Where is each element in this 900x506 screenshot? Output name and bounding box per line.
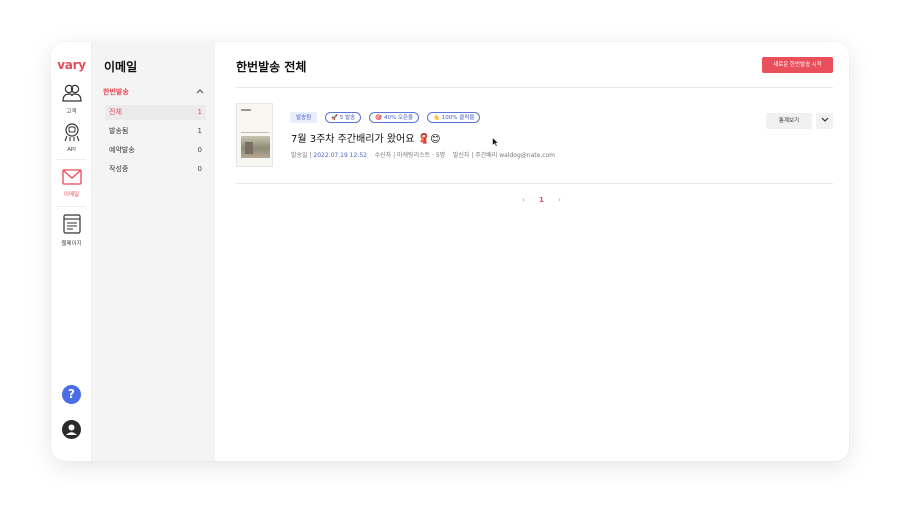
recipient-label: 수신자 (374, 152, 392, 159)
page-title: 한번발송 전체 (236, 60, 307, 74)
header-divider (236, 87, 833, 88)
rail-item-api[interactable]: API (51, 122, 92, 153)
prev-page-button[interactable]: ‹ (522, 196, 525, 204)
more-options-button[interactable] (816, 113, 833, 129)
email-title[interactable]: 7월 3주차 주간배리가 왔어요 🧣😊 (291, 130, 441, 145)
status-badge: 발송됨 (290, 112, 318, 123)
app-window: vary 고객 API 이메일 웹페이지 ? 이메일 한번발송 전체 1 발송됨… (51, 42, 849, 461)
rail-item-customers[interactable]: 고객 (51, 84, 92, 115)
thumbnail-image (241, 136, 270, 158)
icon-rail: vary 고객 API 이메일 웹페이지 ? (51, 42, 92, 461)
rail-item-webpage[interactable]: 웹페이지 (51, 214, 92, 247)
submenu-title: 이메일 (104, 60, 138, 74)
pagination: ‹ 1 › (516, 196, 567, 204)
current-page[interactable]: 1 (539, 196, 544, 204)
sender-value: 주간배리 waldog@nate.com (475, 152, 556, 159)
new-one-time-send-button[interactable]: 새로운 한번발송 시작 (762, 57, 833, 73)
submenu-item-drafts[interactable]: 작성중 0 (105, 162, 206, 177)
rail-label-api: API (67, 147, 76, 153)
submenu-item-count: 0 (197, 146, 202, 154)
submenu-item-label: 예약발송 (109, 146, 135, 154)
submenu-item-all[interactable]: 전체 1 (105, 105, 206, 120)
submenu-item-label: 발송됨 (109, 127, 129, 135)
vary-logo[interactable]: vary (51, 58, 92, 72)
submenu-item-label: 전체 (109, 108, 122, 116)
help-button[interactable]: ? (62, 385, 81, 404)
email-thumbnail[interactable] (236, 103, 273, 167)
next-page-button[interactable]: › (558, 196, 561, 204)
help-icon: ? (68, 387, 75, 401)
submenu-group-one-time[interactable]: 한번발송 (103, 87, 206, 97)
rail-label-webpage: 웹페이지 (61, 241, 82, 247)
api-icon (63, 123, 80, 142)
customers-icon (61, 84, 82, 102)
rail-label-email: 이메일 (63, 192, 80, 198)
email-icon (61, 169, 82, 185)
submenu-group-label: 한번발송 (103, 88, 129, 96)
chevron-up-icon (196, 89, 204, 94)
submenu-item-count: 1 (197, 127, 202, 135)
submenu-item-scheduled[interactable]: 예약발송 0 (105, 143, 206, 158)
sender-label: 발신자 (452, 152, 470, 159)
click-rate-badge: 👆 100% 클릭율 (427, 112, 481, 123)
mouse-cursor-icon (492, 137, 499, 147)
main-content: 한번발송 전체 새로운 한번발송 시작 발송됨 🚀 5 발송 🎯 40% 오픈율… (215, 42, 849, 461)
chevron-down-icon (821, 117, 828, 122)
recipient-value: 마케팅리스트 · 5명 (397, 152, 446, 159)
submenu-item-count: 0 (197, 165, 202, 173)
rail-item-email[interactable]: 이메일 (51, 169, 92, 198)
sent-date-label: 발송일 (291, 152, 308, 159)
user-avatar-icon (66, 424, 77, 435)
email-badges: 발송됨 🚀 5 발송 🎯 40% 오픈율 👆 100% 클릭율 (290, 112, 483, 124)
submenu-item-label: 작성중 (109, 165, 129, 173)
rail-divider (57, 159, 86, 160)
webpage-icon (62, 214, 81, 234)
email-meta: 발송일 | 2022.07.19 12:52 수신자 | 마케팅리스트 · 5명… (291, 152, 556, 159)
rail-label-customers: 고객 (66, 109, 77, 115)
submenu-item-sent[interactable]: 발송됨 1 (105, 124, 206, 139)
submenu-item-count: 1 (197, 108, 202, 116)
email-submenu: 이메일 한번발송 전체 1 발송됨 1 예약발송 0 작성중 0 (92, 42, 215, 461)
sent-date: 2022.07.19 12:52 (313, 152, 367, 159)
profile-button[interactable] (62, 420, 81, 439)
view-stats-button[interactable]: 통계보기 (766, 113, 812, 129)
rail-divider (57, 206, 86, 207)
sent-count-badge: 🚀 5 발송 (325, 112, 362, 123)
open-rate-badge: 🎯 40% 오픈율 (369, 112, 420, 123)
list-divider (236, 183, 833, 184)
